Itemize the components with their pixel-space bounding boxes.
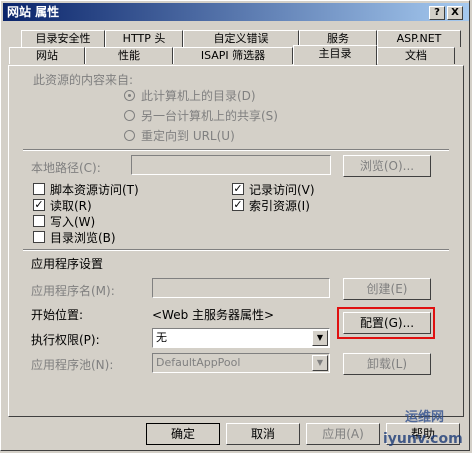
index-resource-label: 索引资源(I)	[249, 199, 310, 213]
app-name-label: 应用程序名(M):	[31, 284, 115, 298]
start-position-value: <Web 主服务器属性>	[152, 308, 275, 322]
cancel-button[interactable]: 取消	[226, 423, 300, 445]
title-bar: 网站 属性 ? X	[3, 3, 469, 21]
watermark-line1: 运维网	[405, 410, 445, 425]
tab-home-directory[interactable]: 主目录	[293, 45, 377, 65]
app-pool-value: DefaultAppPool	[156, 356, 241, 369]
chevron-down-icon[interactable]: ▼	[312, 355, 328, 371]
configure-highlight-box	[337, 307, 435, 339]
radio-local-directory-label: 此计算机上的目录(D)	[141, 89, 256, 103]
directory-browsing-label: 目录浏览(B)	[50, 231, 116, 245]
tab-http-headers[interactable]: HTTP 头	[105, 30, 183, 47]
browse-button[interactable]: 浏览(O)...	[343, 155, 431, 177]
write-label: 写入(W)	[50, 215, 96, 229]
start-position-label: 开始位置:	[31, 308, 84, 322]
watermark-logo: 运维网 iyunv.com	[383, 406, 467, 450]
help-title-button[interactable]: ?	[429, 6, 445, 20]
tab-isapi-filters[interactable]: ISAPI 筛选器	[173, 47, 293, 64]
checkbox-script-source-access[interactable]	[33, 183, 45, 195]
tab-directory-security[interactable]: 目录安全性	[21, 30, 105, 47]
radio-local-directory[interactable]	[124, 90, 135, 101]
app-pool-select[interactable]: DefaultAppPool ▼	[152, 353, 330, 373]
tab-performance[interactable]: 性能	[85, 47, 173, 64]
apply-button[interactable]: 应用(A)	[306, 423, 380, 445]
unload-button[interactable]: 卸载(L)	[343, 353, 431, 375]
tab-website[interactable]: 网站	[9, 47, 85, 64]
content-source-caption: 此资源的内容来自:	[33, 73, 134, 87]
local-path-label: 本地路径(C):	[31, 161, 101, 175]
radio-network-share[interactable]	[124, 110, 135, 121]
properties-dialog: 网站 属性 ? X 目录安全性 HTTP 头 自定义错误 服务 ASP.NET …	[0, 0, 470, 451]
app-name-input[interactable]	[152, 278, 330, 298]
radio-network-share-label: 另一台计算机上的共享(S)	[141, 109, 278, 123]
create-button[interactable]: 创建(E)	[343, 278, 431, 300]
checkbox-read[interactable]: ✓	[33, 199, 45, 211]
chevron-down-icon[interactable]: ▼	[312, 330, 328, 346]
app-settings-title: 应用程序设置	[31, 257, 104, 271]
separator	[23, 249, 449, 250]
ok-button[interactable]: 确定	[146, 423, 220, 445]
execute-permission-select[interactable]: 无 ▼	[152, 328, 330, 348]
checkbox-index-resource[interactable]: ✓	[232, 199, 244, 211]
radio-redirect-url-label: 重定向到 URL(U)	[141, 129, 235, 143]
tab-custom-errors[interactable]: 自定义错误	[183, 30, 299, 47]
checkbox-write[interactable]	[33, 215, 45, 227]
execute-permission-value: 无	[156, 331, 167, 344]
tab-aspnet[interactable]: ASP.NET	[377, 30, 461, 47]
checkbox-directory-browsing[interactable]	[33, 231, 45, 243]
app-pool-label: 应用程序池(N):	[31, 358, 114, 372]
tab-documents[interactable]: 文档	[377, 47, 455, 64]
local-path-input[interactable]	[131, 155, 331, 175]
radio-redirect-url[interactable]	[124, 130, 135, 141]
separator	[23, 149, 449, 150]
close-title-button[interactable]: X	[447, 6, 463, 20]
script-source-access-label: 脚本资源访问(T)	[50, 183, 139, 197]
checkbox-log-visits[interactable]: ✓	[232, 183, 244, 195]
execute-permission-label: 执行权限(P):	[31, 333, 100, 347]
watermark-line2: iyunv.com	[383, 431, 463, 447]
log-visits-label: 记录访问(V)	[249, 183, 315, 197]
read-label: 读取(R)	[50, 199, 92, 213]
window-title: 网站 属性	[7, 5, 60, 19]
